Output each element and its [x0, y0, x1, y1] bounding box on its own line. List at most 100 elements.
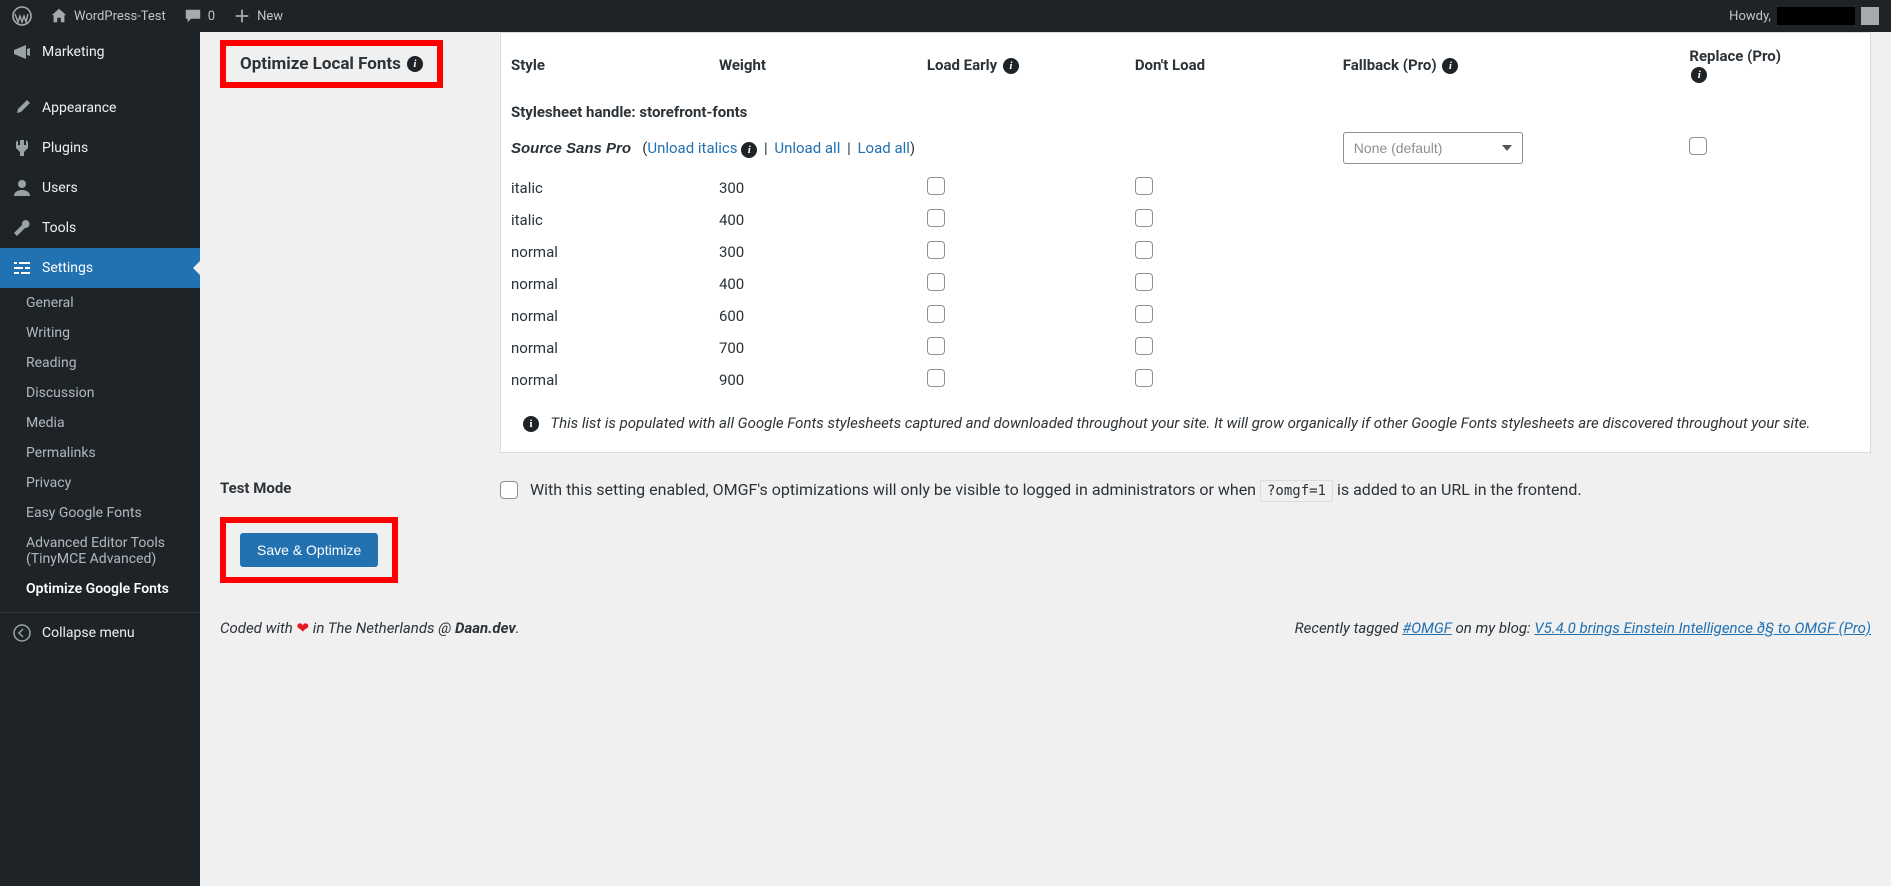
unload-all-link[interactable]: Unload all [774, 139, 840, 157]
footer-text: . [516, 619, 520, 637]
settings-submenu: General Writing Reading Discussion Media… [0, 288, 200, 604]
cell-dont-load [1125, 300, 1333, 332]
save-optimize-button[interactable]: Save & Optimize [240, 533, 378, 567]
footer-hashtag-link[interactable]: #OMGF [1402, 619, 1452, 637]
submenu-label-line1: Advanced Editor Tools [26, 535, 165, 551]
wp-logo-link[interactable] [12, 6, 32, 26]
plus-icon [233, 7, 251, 25]
submenu-easy-google-fonts[interactable]: Easy Google Fonts [14, 498, 200, 528]
submenu-permalinks[interactable]: Permalinks [14, 438, 200, 468]
load-early-checkbox[interactable] [927, 305, 945, 323]
th-fallback: Fallback (Pro) i [1333, 33, 1680, 93]
sidebar-item-tools[interactable]: Tools [0, 208, 200, 248]
note-text: This list is populated with all Google F… [550, 414, 1810, 432]
submenu-media[interactable]: Media [14, 408, 200, 438]
submenu-writing[interactable]: Writing [14, 318, 200, 348]
howdy-text: Howdy, [1729, 9, 1771, 24]
dont-load-checkbox[interactable] [1135, 241, 1153, 259]
sidebar-label: Marketing [42, 44, 105, 60]
th-replace: Replace (Pro)i [1679, 33, 1870, 93]
font-variant-row: normal300 [501, 236, 1870, 268]
unload-italics-link[interactable]: Unload italics [647, 139, 737, 157]
submenu-general[interactable]: General [14, 288, 200, 318]
test-desc-suffix: is added to an URL in the frontend. [1337, 480, 1582, 499]
font-family-row: Source Sans Pro (Unload italics i | Unlo… [501, 127, 1333, 172]
info-icon[interactable]: i [1442, 58, 1458, 74]
footer-text: Recently tagged [1295, 619, 1403, 637]
load-early-checkbox[interactable] [927, 209, 945, 227]
footer-text: Coded with [220, 619, 297, 637]
cell-weight: 600 [709, 300, 917, 332]
comments-link[interactable]: 0 [184, 7, 215, 25]
load-early-checkbox[interactable] [927, 241, 945, 259]
cell-weight: 400 [709, 268, 917, 300]
font-variant-row: normal700 [501, 332, 1870, 364]
cell-dont-load [1125, 236, 1333, 268]
wordpress-logo-icon [12, 6, 32, 26]
footer-left: Coded with ❤ in The Netherlands @ Daan.d… [220, 619, 520, 637]
th-text: Fallback (Pro) [1343, 56, 1437, 74]
submenu-discussion[interactable]: Discussion [14, 378, 200, 408]
cell-weight: 300 [709, 172, 917, 204]
submenu-advanced-editor[interactable]: Advanced Editor Tools (TinyMCE Advanced) [14, 528, 200, 574]
footer-right: Recently tagged #OMGF on my blog: V5.4.0… [1295, 619, 1871, 637]
fonts-table: Style Weight Load Early i Don't Load Fal… [501, 33, 1870, 396]
dont-load-checkbox[interactable] [1135, 305, 1153, 323]
replace-checkbox[interactable] [1689, 137, 1707, 155]
plug-icon [12, 138, 32, 158]
fallback-cell: None (default) [1333, 127, 1680, 172]
sidebar-label: Users [42, 180, 78, 196]
sidebar-item-users[interactable]: Users [0, 168, 200, 208]
cell-load-early [917, 332, 1125, 364]
load-early-checkbox[interactable] [927, 369, 945, 387]
cell-weight: 400 [709, 204, 917, 236]
sidebar-item-settings[interactable]: Settings [0, 248, 200, 288]
site-link[interactable]: WordPress-Test [50, 7, 166, 25]
dont-load-checkbox[interactable] [1135, 273, 1153, 291]
sidebar-item-plugins[interactable]: Plugins [0, 128, 200, 168]
user-icon [12, 178, 32, 198]
submenu-privacy[interactable]: Privacy [14, 468, 200, 498]
fallback-select[interactable]: None (default) [1343, 132, 1523, 164]
load-all-link[interactable]: Load all [857, 139, 909, 157]
test-mode-checkbox[interactable] [500, 481, 518, 499]
new-link[interactable]: New [233, 7, 283, 25]
avatar [1861, 7, 1879, 25]
submenu-reading[interactable]: Reading [14, 348, 200, 378]
dont-load-checkbox[interactable] [1135, 369, 1153, 387]
cell-weight: 700 [709, 332, 917, 364]
cell-load-early [917, 204, 1125, 236]
collapse-icon [12, 623, 32, 643]
sidebar-item-appearance[interactable]: Appearance [0, 88, 200, 128]
sidebar-label: Tools [42, 220, 76, 236]
collapse-label: Collapse menu [42, 625, 135, 641]
submenu-optimize-google-fonts[interactable]: Optimize Google Fonts [14, 574, 200, 604]
cell-style: italic [501, 172, 709, 204]
cell-weight: 300 [709, 236, 917, 268]
howdy-link[interactable]: Howdy, [1729, 7, 1879, 25]
dont-load-checkbox[interactable] [1135, 209, 1153, 227]
submenu-label-line2: (TinyMCE Advanced) [26, 551, 156, 567]
megaphone-icon [12, 42, 32, 62]
cell-weight: 900 [709, 364, 917, 396]
info-icon[interactable]: i [741, 142, 757, 158]
cell-style: normal [501, 236, 709, 268]
sidebar-item-marketing[interactable]: Marketing [0, 32, 200, 72]
dont-load-checkbox[interactable] [1135, 337, 1153, 355]
cell-style: normal [501, 364, 709, 396]
collapse-menu[interactable]: Collapse menu [0, 612, 200, 653]
dont-load-checkbox[interactable] [1135, 177, 1153, 195]
load-early-checkbox[interactable] [927, 337, 945, 355]
optimize-local-fonts-label: Optimize Local Fonts i [240, 54, 423, 74]
load-early-checkbox[interactable] [927, 177, 945, 195]
th-style: Style [501, 33, 709, 93]
section-title-text: Optimize Local Fonts [240, 54, 401, 74]
footer: Coded with ❤ in The Netherlands @ Daan.d… [220, 619, 1871, 637]
info-icon[interactable]: i [1691, 67, 1707, 83]
footer-post-link[interactable]: V5.4.0 brings Einstein Intelligence ð§ t… [1534, 619, 1871, 637]
handle-value: storefront-fonts [639, 103, 747, 121]
info-icon[interactable]: i [407, 56, 423, 72]
font-variant-row: normal400 [501, 268, 1870, 300]
load-early-checkbox[interactable] [927, 273, 945, 291]
info-icon[interactable]: i [1003, 58, 1019, 74]
